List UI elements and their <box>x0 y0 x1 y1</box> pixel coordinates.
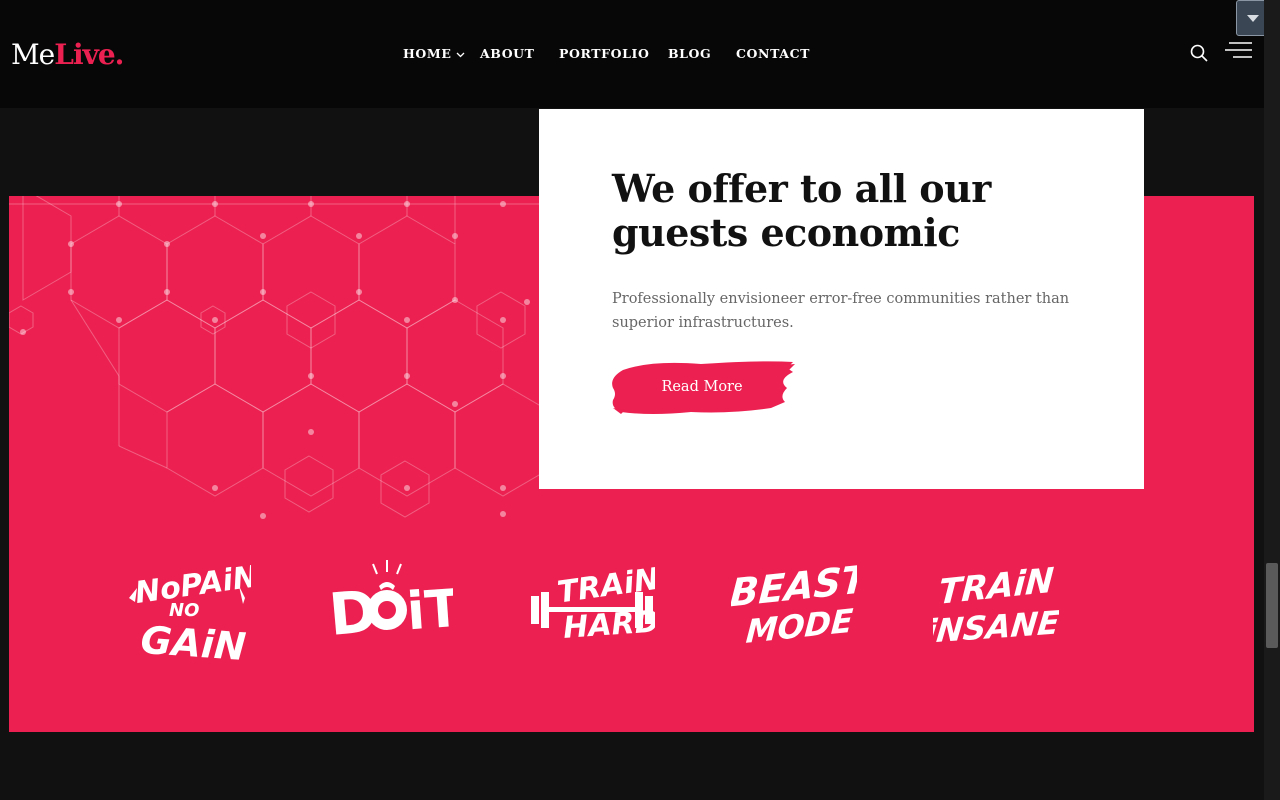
nav-label-home: HOME <box>403 46 452 61</box>
nav-label-portfolio: PORTFOLIO <box>559 46 650 61</box>
offer-card: We offer to all our guests economic Prof… <box>539 109 1144 489</box>
nav-item-about[interactable]: ABOUT <box>480 46 559 61</box>
caret-down-icon <box>1247 14 1259 22</box>
site-header: MeLive. HOME ABOUT PORTFOLIO BLOG CONTAC… <box>0 0 1264 108</box>
card-description: Professionally envisioneer error-free co… <box>612 291 1070 331</box>
search-icon[interactable] <box>1189 43 1209 63</box>
nav-label-about: ABOUT <box>480 46 535 61</box>
nav-label-blog: BLOG <box>668 46 712 61</box>
chevron-down-icon <box>456 46 465 61</box>
train-hard-logo: TRAiN HARD <box>531 562 655 646</box>
nav-label-contact: CONTACT <box>736 46 811 61</box>
svg-text:GAiN: GAiN <box>139 618 247 662</box>
main-nav: HOME ABOUT PORTFOLIO BLOG CONTACT <box>403 46 810 61</box>
nav-item-contact[interactable]: CONTACT <box>736 46 810 61</box>
scrollbar-thumb[interactable] <box>1266 563 1278 648</box>
logo-prefix: Me <box>11 38 55 71</box>
beast-mode-logo: BEAST MODE <box>731 558 857 644</box>
nav-item-home[interactable]: HOME <box>403 46 480 61</box>
nav-item-blog[interactable]: BLOG <box>668 46 736 61</box>
page-scrollbar[interactable] <box>1264 0 1280 800</box>
do-it-logo: D iT <box>327 560 453 646</box>
svg-text:NO: NO <box>169 600 199 621</box>
hexagon-pattern <box>9 196 569 519</box>
no-pain-no-gain-logo: NoPAiN NO GAiN <box>129 559 251 662</box>
nav-item-portfolio[interactable]: PORTFOLIO <box>559 46 668 61</box>
card-title: We offer to all our guests economic <box>612 166 991 255</box>
logo-accent: Live. <box>54 38 124 71</box>
read-more-button[interactable]: Read More <box>611 358 795 416</box>
site-logo[interactable]: MeLive. <box>11 38 124 71</box>
hamburger-menu-icon[interactable] <box>1225 41 1253 61</box>
svg-text:iT: iT <box>405 579 453 643</box>
train-insane-logo: TRAiN iNSANE <box>933 561 1059 644</box>
read-more-label: Read More <box>661 379 743 395</box>
